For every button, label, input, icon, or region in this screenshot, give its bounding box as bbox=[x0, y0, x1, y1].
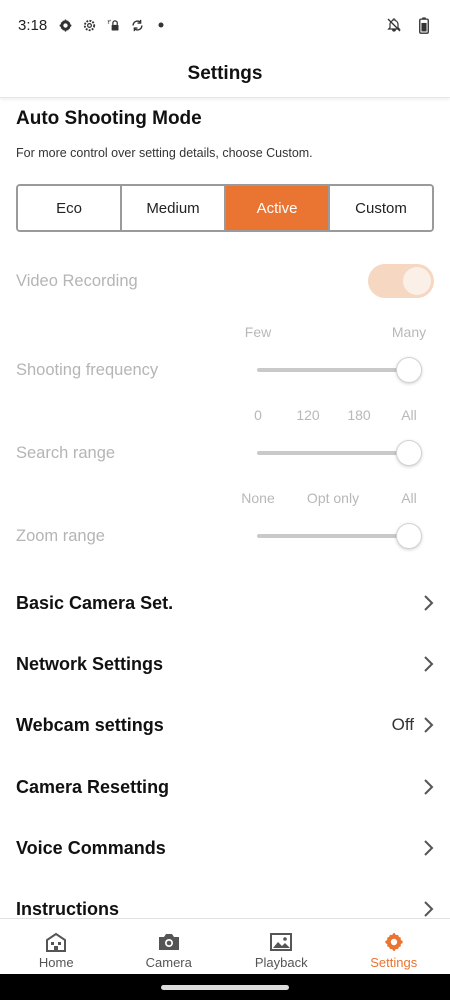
settings-gear-icon bbox=[57, 17, 73, 33]
menu-item-label: Webcam settings bbox=[16, 714, 164, 735]
menu-item-label: Camera Resetting bbox=[16, 776, 170, 797]
home-icon bbox=[46, 932, 67, 952]
zoom-range-thumb[interactable] bbox=[396, 523, 422, 549]
zoom-tick-all: All bbox=[401, 490, 417, 506]
search-range-label: Search range bbox=[16, 444, 116, 462]
frequency-tick-many: Many bbox=[391, 324, 427, 340]
search-range-thumb[interactable] bbox=[396, 440, 422, 466]
menu-item-label: Voice Commands bbox=[16, 837, 166, 858]
menu-network-settings[interactable]: Network Settings bbox=[0, 639, 450, 689]
search-range-slider[interactable] bbox=[257, 440, 422, 466]
status-time: 3:18 bbox=[18, 16, 48, 34]
menu-voice-commands[interactable]: Voice Commands bbox=[0, 823, 450, 873]
nav-home[interactable]: Home bbox=[0, 919, 113, 974]
nav-label: Home bbox=[38, 955, 74, 970]
shooting-mode-selector: Eco Medium Active Custom bbox=[16, 184, 434, 232]
status-left: 3:18 bbox=[18, 17, 169, 34]
mode-eco-button[interactable]: Eco bbox=[18, 186, 122, 230]
dot-icon bbox=[153, 17, 169, 33]
frequency-tick-few: Few bbox=[244, 324, 272, 340]
chevron-right-icon bbox=[424, 717, 434, 733]
chevron-right-icon bbox=[424, 595, 434, 611]
search-tick-120: 120 bbox=[296, 407, 320, 423]
zoom-tick-none: None bbox=[241, 490, 275, 506]
zoom-tick-opt-only: Opt only bbox=[306, 490, 360, 506]
video-recording-toggle[interactable] bbox=[368, 264, 434, 298]
status-bar: 3:18 bbox=[0, 0, 450, 50]
nav-playback[interactable]: Playback bbox=[225, 919, 338, 974]
gear-icon bbox=[385, 933, 403, 951]
sim-lock-icon bbox=[105, 17, 121, 33]
nav-label: Camera bbox=[145, 955, 192, 970]
mode-medium-button[interactable]: Medium bbox=[122, 186, 226, 230]
mode-custom-button[interactable]: Custom bbox=[330, 186, 432, 230]
video-recording-label: Video Recording bbox=[16, 272, 138, 290]
nav-label: Settings bbox=[370, 955, 418, 970]
camera-icon bbox=[158, 934, 179, 950]
chevron-right-icon bbox=[424, 840, 434, 856]
nav-settings[interactable]: Settings bbox=[338, 919, 450, 974]
zoom-range-label: Zoom range bbox=[16, 527, 105, 545]
chevron-right-icon bbox=[424, 901, 434, 917]
menu-item-label: Instructions bbox=[16, 898, 120, 919]
nav-camera[interactable]: Camera bbox=[113, 919, 226, 974]
chevron-right-icon bbox=[424, 656, 434, 672]
gesture-handle[interactable] bbox=[161, 985, 289, 990]
menu-instructions[interactable]: Instructions bbox=[0, 884, 450, 918]
search-tick-0: 0 bbox=[254, 407, 262, 423]
toggle-knob bbox=[403, 267, 431, 295]
system-gesture-area bbox=[0, 974, 450, 1000]
nav-label: Playback bbox=[254, 955, 308, 970]
settings-content[interactable]: Auto Shooting Mode For more control over… bbox=[0, 98, 450, 918]
notifications-off-icon bbox=[386, 17, 402, 33]
search-tick-180: 180 bbox=[347, 407, 371, 423]
settings-gear-outline-icon bbox=[81, 17, 97, 33]
zoom-range-slider[interactable] bbox=[257, 523, 422, 549]
sync-icon bbox=[129, 17, 145, 33]
search-tick-all: All bbox=[401, 407, 417, 423]
auto-shooting-title: Auto Shooting Mode bbox=[16, 108, 202, 129]
shooting-frequency-slider[interactable] bbox=[257, 357, 422, 383]
status-right bbox=[386, 16, 432, 34]
menu-item-label: Basic Camera Set. bbox=[16, 592, 174, 613]
webcam-status-value: Off bbox=[391, 715, 414, 734]
app-bar: Settings bbox=[0, 50, 450, 98]
menu-webcam-settings[interactable]: Webcam settings Off bbox=[0, 700, 450, 750]
shooting-frequency-label: Shooting frequency bbox=[16, 361, 159, 379]
page-title: Settings bbox=[187, 62, 263, 84]
menu-item-label: Network Settings bbox=[16, 653, 164, 674]
mode-active-button[interactable]: Active bbox=[226, 186, 330, 230]
shooting-frequency-thumb[interactable] bbox=[396, 357, 422, 383]
auto-shooting-description: For more control over setting details, c… bbox=[16, 146, 313, 160]
menu-camera-resetting[interactable]: Camera Resetting bbox=[0, 762, 450, 812]
image-icon bbox=[270, 933, 293, 951]
battery-icon bbox=[416, 16, 432, 34]
bottom-navigation: Home Camera Playback Settings bbox=[0, 918, 450, 974]
chevron-right-icon bbox=[424, 779, 434, 795]
menu-basic-camera-settings[interactable]: Basic Camera Set. bbox=[0, 578, 450, 628]
